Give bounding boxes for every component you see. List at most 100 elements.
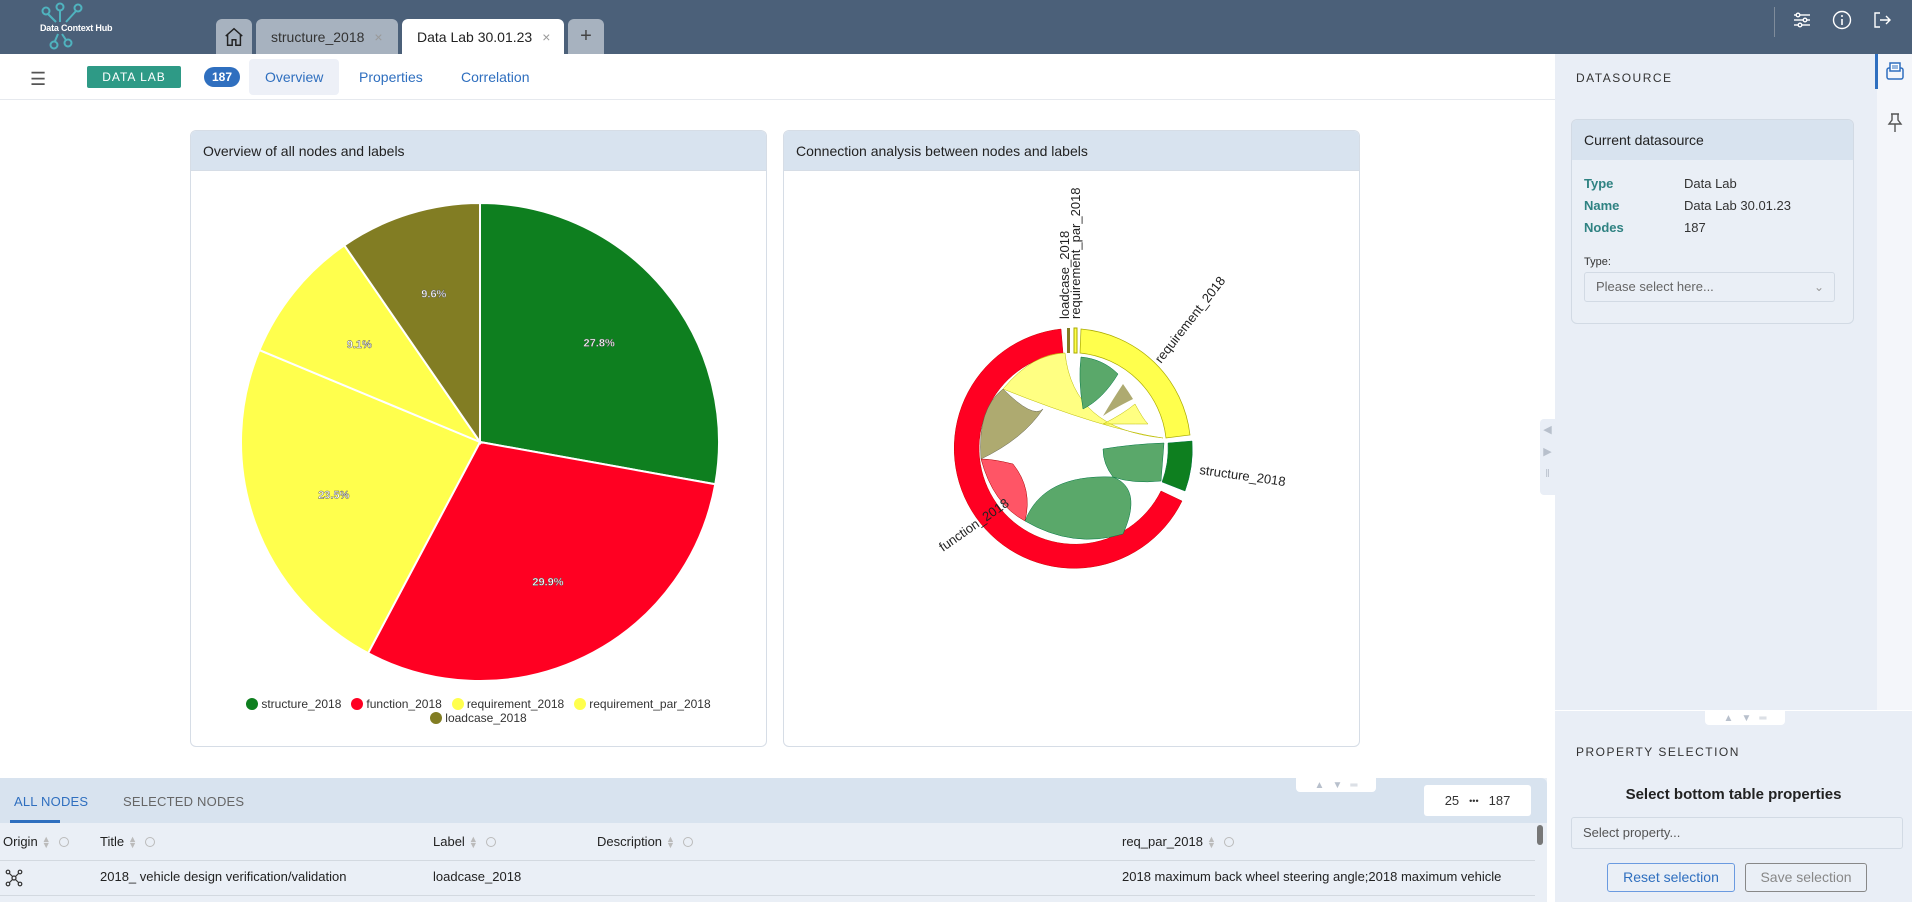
legend-label: requirement_2018 (466, 697, 565, 711)
legend-item-requirement-2018[interactable]: requirement_2018 (451, 697, 565, 711)
search-icon[interactable] (58, 836, 69, 847)
menu-icon[interactable]: ☰ (30, 69, 46, 90)
column-header-req-par[interactable]: req_par_2018 ▲ ▼ (1122, 834, 1234, 849)
pie-data-label: 27.8% (584, 337, 615, 349)
tab-label: structure_2018 (271, 28, 365, 45)
property-selection-heading: Select bottom table properties (1625, 786, 1842, 803)
sort-icon[interactable]: ▲ ▼ (666, 834, 675, 849)
pie-data-label: 9.1% (347, 339, 372, 351)
page-size[interactable]: 25 (1445, 793, 1459, 808)
legend-label: function_2018 (366, 697, 442, 711)
column-header-label[interactable]: Label ▲ ▼ (433, 834, 496, 849)
chord-label-structure: structure_2018 (1199, 462, 1287, 489)
graph-node-icon (5, 869, 23, 887)
panel-title: Connection analysis between nodes and la… (784, 131, 1359, 171)
chord-diagram-panel: Connection analysis between nodes and la… (783, 130, 1360, 747)
horizontal-splitter[interactable]: ▲ ▼ ═ (1296, 778, 1376, 792)
tab-properties[interactable]: Properties (343, 59, 439, 95)
type-label: Type: (1584, 256, 1611, 268)
pie-legend: structure_2018 function_2018 requirement_2… (191, 697, 766, 725)
legend-item-structure-2018[interactable]: structure_2018 (246, 697, 341, 711)
divider (1774, 7, 1775, 37)
pin-icon[interactable] (1885, 112, 1905, 134)
home-tab[interactable] (216, 19, 252, 54)
field-name: Name Data Lab 30.01.23 (1584, 198, 1791, 213)
save-selection-button[interactable]: Save selection (1745, 863, 1867, 892)
app-logo[interactable]: Data Context Hub (36, 2, 126, 52)
legend-label: requirement_par_2018 (589, 697, 711, 711)
divider (0, 895, 1535, 896)
chord-diagram: loadcase_2018 requirement_par_2018 requi… (936, 187, 1287, 569)
sub-navigation: ☰ DATA LAB 187 Overview Properties Corre… (0, 54, 1555, 100)
sort-icon[interactable]: ▲ ▼ (1207, 834, 1216, 849)
plus-icon: + (580, 25, 592, 47)
settings-sliders-icon[interactable] (1792, 10, 1812, 30)
chord-label-requirement-par: requirement_par_2018 (1068, 187, 1083, 319)
property-select[interactable]: Select property... (1571, 817, 1903, 849)
cell-label: loadcase_2018 (433, 869, 522, 884)
info-icon[interactable] (1832, 10, 1852, 30)
legend-label: structure_2018 (261, 697, 342, 711)
search-icon[interactable] (682, 836, 693, 847)
pager-dots[interactable]: ••• (1469, 796, 1478, 806)
pie-chart: 27.8% 29.9% 23.5% 9.1% 9.6% (240, 201, 720, 682)
property-selection-panel: ▲ ▼ ═ PROPERTY SELECTION Select bottom tab… (1555, 710, 1912, 902)
chord-ribbon-structure-structure (1102, 442, 1165, 483)
legend-item-loadcase-2018[interactable]: loadcase_2018 (430, 711, 527, 725)
cell-title: 2018_ vehicle design verification/valida… (100, 869, 347, 884)
tab-overview[interactable]: Overview (249, 59, 340, 95)
legend-swatch (430, 712, 443, 724)
panel-title: Overview of all nodes and labels (191, 131, 766, 171)
field-nodes: Nodes 187 (1584, 220, 1706, 235)
legend-swatch (451, 698, 464, 710)
type-select-placeholder: Please select here... (1596, 279, 1714, 294)
logout-icon[interactable] (1872, 10, 1892, 30)
search-icon[interactable] (485, 836, 496, 847)
total-count: 187 (1488, 793, 1511, 808)
chord-ribbon-function-structure (1024, 476, 1132, 540)
pie-data-label: 9.6% (421, 289, 446, 301)
sort-icon[interactable]: ▲ ▼ (128, 834, 137, 849)
active-rail-indicator (1875, 54, 1878, 89)
bottom-table-panel: ALL NODES SELECTED NODES ▲ ▼ ═ 25 ••• 187 … (0, 778, 1547, 902)
add-tab-button[interactable]: + (568, 19, 604, 54)
reset-selection-button[interactable]: Reset selection (1607, 863, 1735, 892)
sort-icon[interactable]: ▲ ▼ (469, 834, 478, 849)
field-type: Type Data Lab (1584, 176, 1737, 191)
column-header-title[interactable]: Title ▲ ▼ (100, 834, 155, 849)
legend-item-function-2018[interactable]: function_2018 (351, 697, 442, 711)
pager[interactable]: 25 ••• 187 (1424, 785, 1531, 816)
pie-data-label: 23.5% (318, 489, 349, 501)
column-header-origin[interactable]: Origin ▲ ▼ (3, 834, 69, 849)
tab-label: Data Lab 30.01.23 (417, 28, 533, 45)
type-select[interactable]: Please select here... ⌄ (1584, 272, 1835, 302)
pie-data-label: 29.9% (532, 577, 563, 589)
close-icon[interactable]: × (374, 29, 382, 45)
active-tab-underline (10, 820, 60, 823)
current-datasource-card: Current datasource Type Data Lab Name Data… (1571, 119, 1854, 324)
table-scrollbar[interactable] (1537, 825, 1543, 845)
property-selection-title: PROPERTY SELECTION (1576, 745, 1740, 759)
tab-selected-nodes[interactable]: SELECTED NODES (123, 794, 244, 809)
close-icon[interactable]: × (542, 29, 550, 45)
chord-arc-loadcase (1067, 328, 1070, 353)
home-icon (225, 27, 243, 46)
tab-data-lab[interactable]: Data Lab 30.01.23 × (402, 19, 564, 54)
sort-icon[interactable]: ▲ ▼ (42, 834, 51, 849)
legend-item-requirement-par-2018[interactable]: requirement_par_2018 (574, 697, 711, 711)
vertical-splitter[interactable]: ▲ ▼ ═ (1705, 711, 1785, 725)
search-icon[interactable] (145, 836, 155, 847)
sidebar-collapse-handle[interactable]: ◀ ▶ ‖ (1540, 419, 1555, 495)
chord-arc-structure (1161, 440, 1193, 492)
tab-all-nodes[interactable]: ALL NODES (14, 794, 88, 809)
chord-label-requirement: requirement_2018 (1152, 273, 1229, 365)
column-header-description[interactable]: Description ▲ ▼ (597, 834, 693, 849)
datasource-icon[interactable] (1884, 60, 1906, 82)
tab-correlation[interactable]: Correlation (445, 59, 545, 95)
search-icon[interactable] (1223, 836, 1234, 847)
top-bar: Data Context Hub structure_2018 × Data L… (0, 0, 1912, 54)
cell-req-par: 2018 maximum back wheel steering angle;2… (1122, 869, 1502, 884)
chevron-down-icon: ⌄ (1813, 280, 1824, 294)
tab-structure-2018[interactable]: structure_2018 × (256, 19, 398, 54)
card-title: Current datasource (1572, 120, 1853, 160)
